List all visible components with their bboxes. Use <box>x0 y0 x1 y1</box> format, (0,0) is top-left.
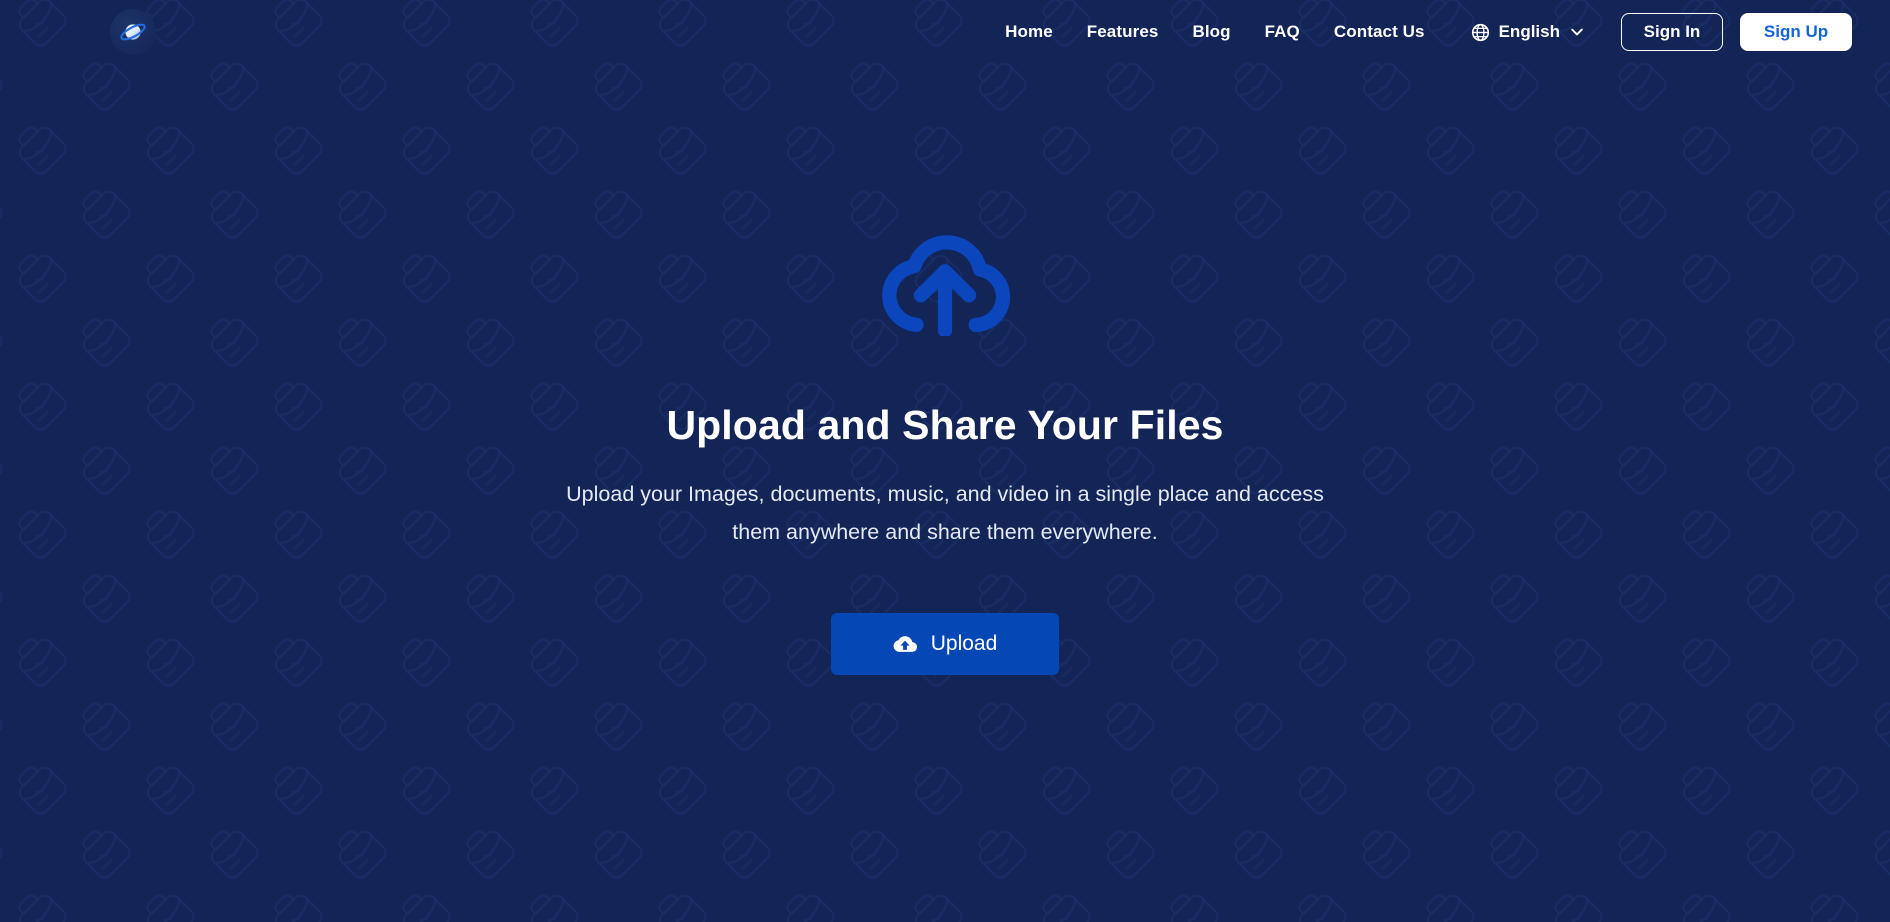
chevron-down-icon <box>1569 24 1585 40</box>
nav-item-contact-us[interactable]: Contact Us <box>1334 22 1425 42</box>
nav-item-home[interactable]: Home <box>1005 22 1053 42</box>
globe-icon <box>1471 23 1490 42</box>
upload-button[interactable]: Upload <box>831 613 1059 675</box>
language-label: English <box>1499 22 1560 42</box>
sign-in-button[interactable]: Sign In <box>1621 13 1723 51</box>
cloud-upload-filled-icon <box>893 635 917 654</box>
header-right-group: Home Features Blog FAQ Contact Us Englis… <box>1005 13 1852 51</box>
hero-section: Upload and Share Your Files Upload your … <box>0 64 1890 675</box>
sign-up-button[interactable]: Sign Up <box>1740 13 1852 51</box>
page-title: Upload and Share Your Files <box>0 402 1890 449</box>
brand-logo[interactable] <box>110 9 156 55</box>
cloud-upload-icon <box>875 224 1015 336</box>
nav-item-faq[interactable]: FAQ <box>1265 22 1300 42</box>
nav-item-blog[interactable]: Blog <box>1192 22 1230 42</box>
site-header: Home Features Blog FAQ Contact Us Englis… <box>0 0 1890 64</box>
language-selector[interactable]: English <box>1471 22 1585 42</box>
hero-subtitle: Upload your Images, documents, music, an… <box>550 475 1340 551</box>
upload-button-label: Upload <box>931 632 998 656</box>
planet-icon <box>118 17 148 47</box>
main-nav: Home Features Blog FAQ Contact Us <box>1005 22 1424 42</box>
landing-page: Home Features Blog FAQ Contact Us Englis… <box>0 0 1890 922</box>
auth-actions: Sign In Sign Up <box>1621 13 1852 51</box>
nav-item-features[interactable]: Features <box>1087 22 1159 42</box>
